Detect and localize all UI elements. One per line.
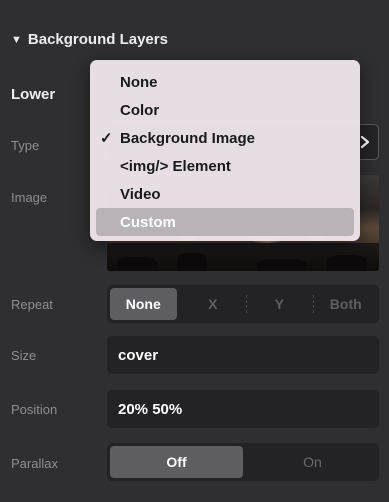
image-label: Image — [11, 190, 48, 205]
position-input[interactable]: 20% 50% — [107, 390, 379, 428]
repeat-option-y[interactable]: Y — [246, 285, 313, 323]
option-label: Video — [120, 185, 161, 203]
section-header-background-layers[interactable]: ▼ Background Layers — [11, 31, 168, 48]
type-option-img-element[interactable]: <img/> Element — [90, 152, 360, 180]
repeat-option-none[interactable]: None — [110, 288, 177, 320]
type-option-custom[interactable]: Custom — [96, 208, 354, 236]
parallax-segmented-control: Off On — [107, 443, 379, 481]
type-dropdown-menu: None Color ✓ Background Image <img/> Ele… — [90, 60, 360, 241]
section-title: Background Layers — [27, 31, 168, 48]
option-label: Background Image — [120, 129, 256, 147]
option-label: <img/> Element — [120, 157, 231, 175]
chevron-up-down-icon — [360, 135, 370, 149]
repeat-option-x[interactable]: X — [180, 285, 247, 323]
position-label: Position — [11, 402, 58, 417]
type-option-color[interactable]: Color — [90, 96, 360, 124]
parallax-option-off[interactable]: Off — [110, 446, 243, 478]
type-option-background-image[interactable]: ✓ Background Image — [90, 124, 360, 152]
size-input[interactable]: cover — [107, 336, 379, 374]
type-option-none[interactable]: None — [90, 68, 360, 96]
checkmark-icon: ✓ — [100, 130, 113, 147]
triangle-down-icon: ▼ — [11, 33, 22, 46]
repeat-option-both[interactable]: Both — [312, 285, 380, 323]
size-label: Size — [11, 348, 37, 363]
parallax-option-on[interactable]: On — [246, 443, 379, 481]
repeat-segmented-control: None X Y Both — [107, 285, 379, 323]
parallax-label: Parallax — [11, 456, 58, 471]
repeat-label: Repeat — [11, 297, 53, 312]
layer-title: Lower — [11, 86, 56, 103]
type-option-video[interactable]: Video — [90, 180, 360, 208]
option-label: None — [120, 73, 158, 91]
option-label: Custom — [120, 213, 176, 231]
type-label: Type — [11, 138, 40, 153]
option-label: Color — [120, 101, 160, 119]
